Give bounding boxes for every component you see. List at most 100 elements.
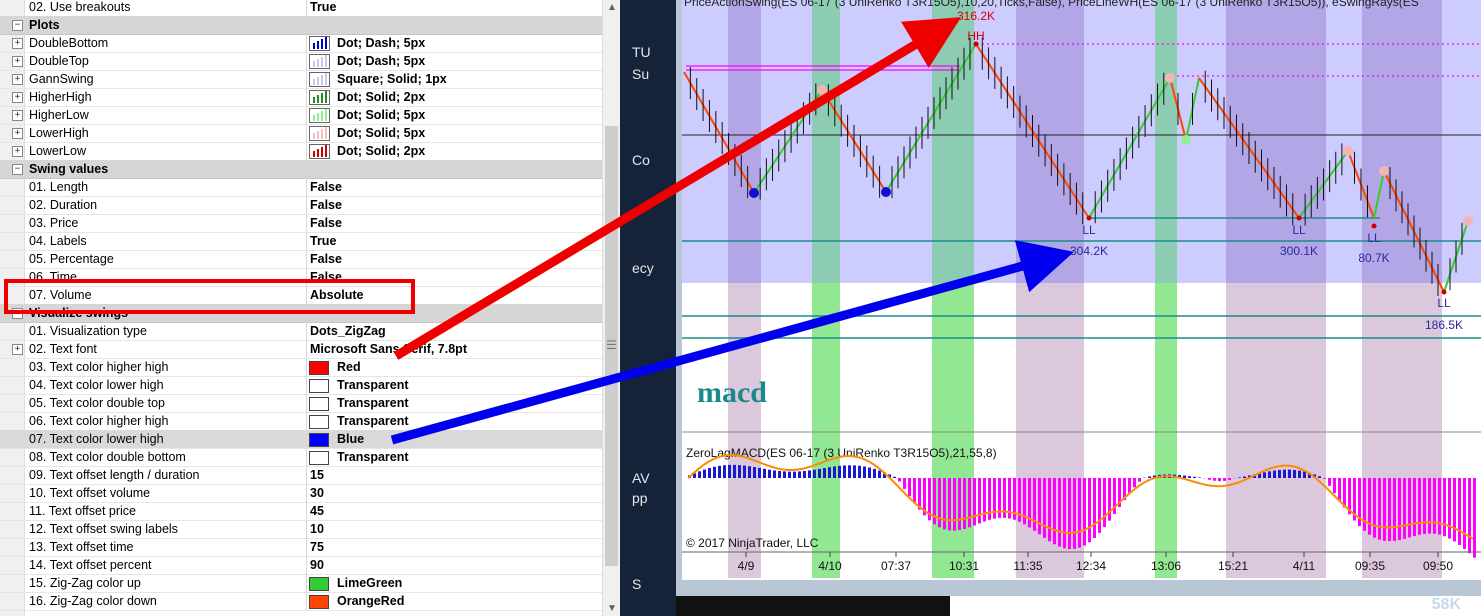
property-value[interactable]: Dot; Solid; 2px — [337, 143, 425, 159]
column-separator[interactable] — [306, 538, 307, 556]
property-value[interactable]: Transparent — [337, 413, 409, 429]
price-chart[interactable]: PriceActionSwing(ES 06-17 (3 UniRenko T3… — [682, 0, 1481, 580]
property-row[interactable]: 16. Zig-Zag color down OrangeRed — [0, 592, 602, 611]
scroll-down-arrow-icon[interactable]: ▼ — [606, 603, 618, 614]
property-row[interactable]: +02. Text font Microsoft Sans Serif, 7.8p… — [0, 340, 602, 359]
property-value[interactable]: 45 — [310, 503, 324, 519]
property-row[interactable]: 02. Use breakouts True — [0, 0, 602, 17]
expand-icon[interactable]: + — [12, 110, 23, 121]
property-value[interactable]: Absolute — [310, 287, 363, 303]
property-grid[interactable]: 02. Use breakouts True − Plots + DoubleBottom… — [0, 0, 621, 616]
property-value[interactable]: False — [310, 269, 342, 285]
property-row[interactable]: + DoubleTop Dot; Dash; 5px — [0, 52, 602, 71]
column-separator[interactable] — [306, 502, 307, 520]
property-value[interactable]: Dot; Solid; 2px — [337, 89, 425, 105]
property-row[interactable]: + GannSwing Square; Solid; 1px — [0, 70, 602, 89]
property-row[interactable]: 06. Time False — [0, 268, 602, 287]
collapse-icon[interactable]: − — [12, 164, 23, 175]
property-row[interactable]: 11. Text offset price 45 — [0, 502, 602, 521]
property-value[interactable]: Transparent — [337, 377, 409, 393]
property-row[interactable]: + HigherHigh Dot; Solid; 2px — [0, 88, 602, 107]
property-value[interactable]: Dot; Solid; 5px — [337, 107, 425, 123]
column-separator[interactable] — [306, 34, 307, 52]
property-row[interactable]: 12. Text offset swing labels 10 — [0, 520, 602, 539]
column-separator[interactable] — [306, 394, 307, 412]
category-row[interactable]: − Plots — [0, 16, 602, 35]
property-row[interactable]: 02. Duration False — [0, 196, 602, 215]
property-row[interactable]: 10. Text offset volume 30 — [0, 484, 602, 503]
property-value[interactable]: OrangeRed — [337, 593, 404, 609]
property-value[interactable]: Transparent — [337, 395, 409, 411]
property-row[interactable]: 04. Text color lower high Transparent — [0, 376, 602, 395]
property-value[interactable]: Red — [337, 359, 361, 375]
column-separator[interactable] — [306, 574, 307, 592]
column-separator[interactable] — [306, 124, 307, 142]
property-row[interactable]: 08. Text color double bottom Transparent — [0, 448, 602, 467]
property-row[interactable]: 04. Labels True — [0, 232, 602, 251]
category-row[interactable]: − Visualize swings — [0, 304, 602, 323]
property-row[interactable]: + LowerHigh Dot; Solid; 5px — [0, 124, 602, 143]
column-separator[interactable] — [306, 178, 307, 196]
column-separator[interactable] — [306, 52, 307, 70]
column-separator[interactable] — [306, 0, 307, 16]
property-row[interactable]: + DoubleBottom Dot; Dash; 5px — [0, 34, 602, 53]
property-value[interactable]: True — [310, 233, 336, 249]
property-value[interactable]: True — [310, 0, 336, 15]
column-separator[interactable] — [306, 196, 307, 214]
property-row[interactable]: 05. Text color double top Transparent — [0, 394, 602, 413]
property-row[interactable]: 01. Visualization type Dots_ZigZag — [0, 322, 602, 341]
property-value[interactable]: 15 — [310, 467, 324, 483]
expand-icon[interactable]: + — [12, 92, 23, 103]
column-separator[interactable] — [306, 520, 307, 538]
property-value[interactable]: 30 — [310, 485, 324, 501]
property-row[interactable]: + LowerLow Dot; Solid; 2px — [0, 142, 602, 161]
column-separator[interactable] — [306, 88, 307, 106]
property-value[interactable]: 10 — [310, 521, 324, 537]
column-separator[interactable] — [306, 250, 307, 268]
expand-icon[interactable]: + — [12, 38, 23, 49]
column-separator[interactable] — [306, 142, 307, 160]
column-separator[interactable] — [306, 556, 307, 574]
column-separator[interactable] — [306, 268, 307, 286]
column-separator[interactable] — [306, 214, 307, 232]
property-value[interactable]: Dot; Dash; 5px — [337, 53, 425, 69]
column-separator[interactable] — [306, 466, 307, 484]
collapse-icon[interactable]: − — [12, 20, 23, 31]
property-value[interactable]: Dots_ZigZag — [310, 323, 386, 339]
property-row[interactable]: 06. Text color higher high Transparent — [0, 412, 602, 431]
category-row[interactable]: − Swing values — [0, 160, 602, 179]
column-separator[interactable] — [306, 286, 307, 304]
property-value[interactable]: 75 — [310, 539, 324, 555]
property-value[interactable]: Blue — [337, 431, 364, 447]
expand-icon[interactable]: + — [12, 128, 23, 139]
property-row[interactable]: 01. Length False — [0, 178, 602, 197]
expand-icon[interactable]: + — [12, 56, 23, 67]
property-row[interactable]: 14. Text offset percent 90 — [0, 556, 602, 575]
property-value[interactable]: 90 — [310, 557, 324, 573]
column-separator[interactable] — [306, 340, 307, 358]
property-value[interactable]: Microsoft Sans Serif, 7.8pt — [310, 341, 467, 357]
column-separator[interactable] — [306, 70, 307, 88]
column-separator[interactable] — [306, 412, 307, 430]
expand-icon[interactable]: + — [12, 74, 23, 85]
expand-icon[interactable]: + — [12, 344, 23, 355]
property-row[interactable]: 13. Text offset time 75 — [0, 538, 602, 557]
scroll-up-arrow-icon[interactable]: ▲ — [606, 2, 618, 13]
expand-icon[interactable]: + — [12, 146, 23, 157]
property-value[interactable]: Transparent — [337, 449, 409, 465]
property-row[interactable]: + HigherLow Dot; Solid; 5px — [0, 106, 602, 125]
property-row[interactable]: 15. Zig-Zag color up LimeGreen — [0, 574, 602, 593]
column-separator[interactable] — [306, 232, 307, 250]
property-value[interactable]: False — [310, 251, 342, 267]
property-row[interactable]: 09. Text offset length / duration 15 — [0, 466, 602, 485]
column-separator[interactable] — [306, 484, 307, 502]
property-row[interactable]: 03. Price False — [0, 214, 602, 233]
collapse-icon[interactable]: − — [12, 308, 23, 319]
property-value[interactable]: Square; Solid; 1px — [337, 71, 447, 87]
column-separator[interactable] — [306, 376, 307, 394]
splitter-grip-icon[interactable]: ☰ — [606, 338, 617, 352]
property-value[interactable]: False — [310, 215, 342, 231]
chart-area[interactable]: PriceActionSwing(ES 06-17 (3 UniRenko T3… — [682, 0, 1481, 580]
property-row[interactable]: 03. Text color higher high Red — [0, 358, 602, 377]
column-separator[interactable] — [306, 322, 307, 340]
